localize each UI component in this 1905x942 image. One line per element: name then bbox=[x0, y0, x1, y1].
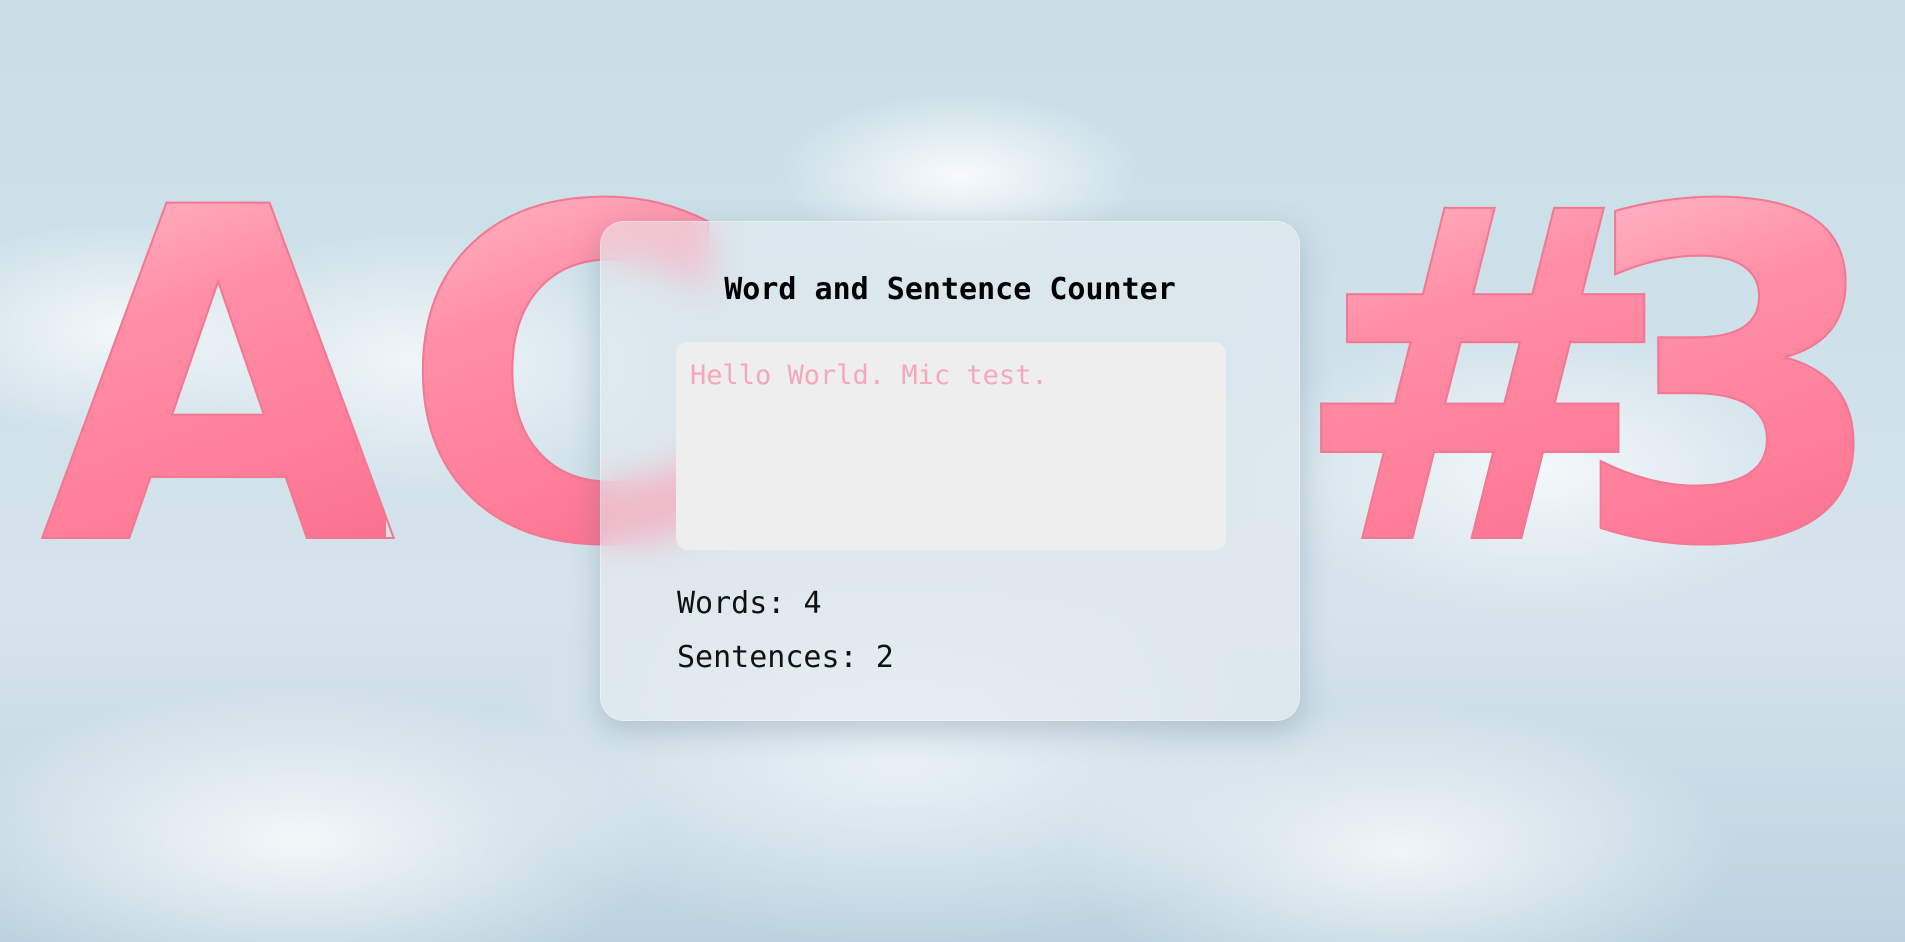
page-title: Word and Sentence Counter bbox=[724, 272, 1176, 307]
background-letter-three: 3 bbox=[1569, 112, 1891, 647]
word-count: Words: 4 bbox=[677, 586, 822, 621]
word-count-value: 4 bbox=[803, 586, 822, 621]
sentence-count: Sentences: 2 bbox=[677, 640, 894, 675]
sentence-count-label: Sentences: bbox=[677, 640, 858, 675]
background-letter-a: A bbox=[39, 112, 397, 647]
text-input[interactable] bbox=[676, 342, 1226, 550]
counter-card: Word and Sentence Counter Words: 4 Sente… bbox=[600, 221, 1300, 721]
word-count-label: Words: bbox=[677, 586, 786, 621]
sentence-count-value: 2 bbox=[875, 640, 894, 675]
